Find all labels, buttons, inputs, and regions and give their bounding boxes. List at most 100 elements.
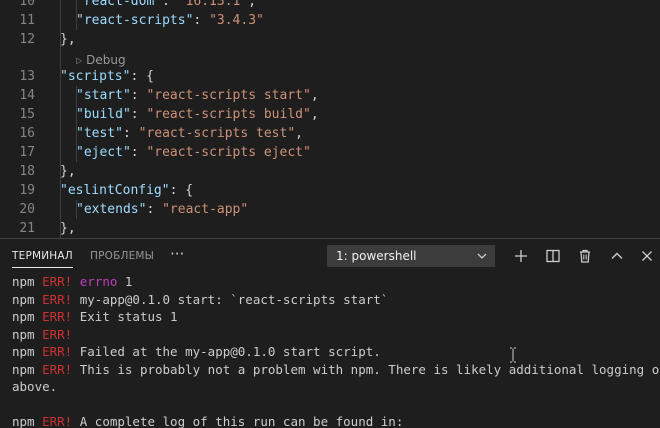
terminal-line: npm ERR! This is probably not a problem … (12, 361, 660, 379)
indent-guide (76, 0, 77, 11)
punctuation: }, (60, 32, 76, 47)
err-label: ERR! (42, 274, 73, 289)
npm-prefix: above. (12, 379, 58, 394)
line-number: 17 (19, 145, 35, 160)
indent-guide (76, 86, 77, 105)
chevron-up-icon[interactable] (607, 246, 627, 266)
chevron-down-icon (476, 246, 488, 272)
npm-prefix: npm (12, 344, 43, 359)
message-text: This is probably not a problem with npm.… (72, 361, 660, 377)
err-label: ERR! (42, 309, 73, 324)
message-text (72, 274, 80, 289)
errno-label: errno (79, 274, 118, 289)
punctuation: : (169, 183, 186, 198)
punctuation: : (130, 107, 147, 122)
npm-prefix: npm (12, 274, 43, 289)
json-string: "react-scripts eject" (146, 145, 311, 160)
punctuation: }, (60, 221, 76, 236)
punctuation: : (130, 88, 147, 103)
punctuation: }, (60, 164, 76, 179)
punctuation: : (122, 126, 139, 141)
code-text: "test": "react-scripts test", (76, 124, 303, 143)
json-string: "react-app" (162, 202, 249, 217)
panel-header: ТЕРМИНАЛ ПРОБЛЕМЫ ··· 1: powershell (0, 239, 660, 273)
punctuation: { (146, 69, 154, 84)
json-string: "react-scripts build" (146, 107, 311, 122)
code-text: "build": "react-scripts build", (76, 105, 319, 124)
terminal-line: npm ERR! Failed at the my-app@0.1.0 star… (12, 343, 660, 361)
tab-problems[interactable]: ПРОБЛЕМЫ (90, 239, 154, 273)
punctuation: : (130, 69, 147, 84)
json-key: "eject" (76, 145, 131, 160)
json-string: "3.4.3" (209, 13, 264, 28)
code-text: "start": "react-scripts start", (76, 86, 319, 105)
split-icon[interactable] (543, 246, 563, 266)
json-key: "eslintConfig" (60, 183, 170, 198)
line-number: 20 (19, 202, 35, 217)
terminal-line: npm ERR! (12, 326, 660, 344)
code-text: "react-dom": "16.13.1", (76, 0, 256, 11)
indent-guide (76, 124, 77, 143)
terminal-panel: ТЕРМИНАЛ ПРОБЛЕМЫ ··· 1: powershell npm … (0, 238, 660, 428)
json-key: "start" (76, 88, 131, 103)
json-string: "16.13.1" (177, 0, 249, 9)
npm-prefix: npm (12, 414, 43, 428)
line-number: 10 (19, 0, 35, 9)
line-number: 12 (19, 32, 35, 47)
json-key: "test" (76, 126, 123, 141)
json-key: "react-scripts" (76, 13, 194, 28)
npm-prefix: npm (12, 326, 43, 342)
more-actions-icon[interactable]: ··· (170, 239, 184, 273)
json-string: "react-scripts test" (138, 126, 296, 141)
close-icon[interactable] (637, 246, 657, 266)
line-number: 16 (19, 126, 35, 141)
npm-prefix: npm (12, 291, 43, 307)
line-number: 14 (19, 88, 35, 103)
terminal-output[interactable]: npm ERR! errno 1 npm ERR! my-app@0.1.0 st… (12, 273, 660, 428)
err-label: ERR! (42, 361, 73, 377)
punctuation: : (193, 13, 210, 28)
terminal-line: npm ERR! A complete log of this run can … (12, 413, 660, 428)
code-text: }, (60, 30, 76, 49)
message-text: my-app@0.1.0 start: `react-scripts start… (72, 291, 389, 307)
code-editor[interactable]: ▷ Debug 10 "react-dom": "16.13.1", 11 "react… (0, 0, 660, 238)
line-number: 11 (19, 13, 35, 28)
json-key: "react-dom" (76, 0, 163, 9)
message-text: Failed at the my-app@0.1.0 start script. (72, 344, 381, 359)
terminal-line: above. (12, 378, 660, 396)
terminal-select[interactable]: 1: powershell (327, 245, 495, 267)
indent-guide (76, 200, 77, 219)
indent-guide (60, 0, 61, 238)
code-text: }, (60, 162, 76, 181)
code-text: }, (60, 219, 76, 238)
json-key: "build" (76, 107, 131, 122)
punctuation: : (162, 0, 178, 9)
message-text: A complete log of this run can be found … (72, 414, 404, 428)
terminal-line: npm ERR! my-app@0.1.0 start: `react-scri… (12, 291, 660, 309)
line-number: 21 (19, 221, 35, 236)
code-text: "eject": "react-scripts eject" (76, 143, 311, 162)
punctuation: , (295, 126, 303, 141)
npm-prefix: npm (12, 361, 43, 377)
plus-icon[interactable] (511, 246, 531, 266)
indent-guide (76, 105, 77, 124)
json-string: "react-scripts start" (146, 88, 311, 103)
punctuation: , (310, 107, 319, 122)
code-text: "scripts": { (60, 67, 154, 86)
tab-terminal[interactable]: ТЕРМИНАЛ (12, 239, 73, 273)
terminal-line: npm ERR! Exit status 1 (12, 308, 660, 326)
trash-icon[interactable] (575, 246, 595, 266)
json-key: "extends" (76, 202, 147, 217)
line-number: 15 (19, 107, 35, 122)
play-icon: ▷ (76, 56, 83, 65)
code-text: "eslintConfig": { (60, 181, 193, 200)
terminal-line: npm ERR! errno 1 (12, 273, 660, 291)
punctuation: : (146, 202, 163, 217)
punctuation: , (248, 0, 257, 9)
punctuation: , (310, 88, 319, 103)
indent-guide (76, 143, 77, 162)
code-text: "extends": "react-app" (76, 200, 248, 219)
text-cursor-icon (510, 347, 516, 363)
line-number: 18 (19, 164, 35, 179)
